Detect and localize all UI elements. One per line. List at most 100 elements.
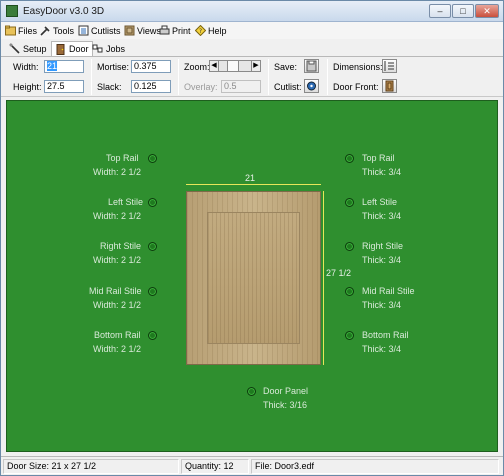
cutlist-button[interactable] (304, 79, 319, 93)
left-part-detail: Width: 2 1/2 (93, 167, 142, 177)
menu-views[interactable]: Views (124, 24, 161, 37)
floppy-icon (306, 60, 317, 72)
menu-views-label: Views (137, 25, 161, 36)
right-part-name: Left Stile (362, 197, 398, 207)
save-label: Save: (274, 62, 298, 72)
left-part-name: Left Stile (108, 197, 144, 207)
height-input[interactable]: 27.5 (44, 80, 84, 93)
tab-setup-label: Setup (23, 43, 47, 54)
menu-print-label: Print (172, 25, 191, 36)
help-icon: ? (195, 25, 206, 36)
left-part-name: Mid Rail Stile (89, 286, 142, 296)
left-part-detail: Width: 2 1/2 (93, 344, 142, 354)
menu-tools[interactable]: Tools (40, 24, 74, 37)
cutlists-icon (78, 25, 89, 36)
title-bar: EasyDoor v3.0 3D – □ ✕ (1, 1, 503, 22)
width-input[interactable]: 21 (44, 60, 84, 73)
part-toggle-dot[interactable] (148, 287, 157, 296)
quantity-status: Quantity: 12 (181, 459, 249, 474)
menu-bar: Files Tools Cutlists Views Print ? Help (1, 22, 503, 39)
part-toggle-dot[interactable] (345, 287, 354, 296)
right-part-detail: Thick: 3/4 (362, 167, 402, 177)
views-icon (124, 25, 135, 36)
width-dimension-line (186, 184, 321, 185)
menu-print[interactable]: Print (159, 24, 191, 37)
maximize-button[interactable]: □ (452, 4, 474, 18)
tab-bar: Setup Door Jobs (1, 39, 503, 57)
svg-text:?: ? (199, 28, 202, 35)
menu-cutlists[interactable]: Cutlists (78, 24, 121, 37)
door-front-button[interactable] (382, 79, 397, 93)
mortise-label: Mortise: (97, 62, 130, 72)
part-toggle-dot[interactable] (247, 387, 256, 396)
part-toggle-dot[interactable] (148, 154, 157, 163)
zoom-right-arrow[interactable]: ▶ (251, 60, 261, 72)
tab-jobs[interactable]: Jobs (89, 41, 128, 56)
window-title: EasyDoor v3.0 3D (23, 6, 105, 17)
status-bar: Door Size: 21 x 27 1/2 Quantity: 12 File… (1, 456, 503, 475)
door-front-icon (385, 80, 394, 92)
separator (91, 59, 92, 95)
door-center-panel (207, 212, 300, 344)
separator (178, 59, 179, 95)
mortise-input[interactable]: 0.375 (131, 60, 171, 73)
menu-help[interactable]: ? Help (195, 24, 227, 37)
overlay-input: 0.5 (221, 80, 261, 93)
panel-part-detail: Thick: 3/16 (263, 400, 308, 410)
menu-cutlists-label: Cutlists (91, 25, 121, 36)
tools-icon (40, 26, 50, 36)
panel-part-name: Door Panel (263, 386, 309, 396)
part-toggle-dot[interactable] (345, 242, 354, 251)
dimensions-icon (384, 61, 394, 71)
tab-setup[interactable]: Setup (6, 41, 50, 56)
left-part-name: Right Stile (100, 241, 142, 251)
jobs-icon (92, 44, 103, 53)
left-part-name: Bottom Rail (94, 330, 141, 340)
slack-input[interactable]: 0.125 (131, 80, 171, 93)
left-part-detail: Width: 2 1/2 (93, 255, 142, 265)
width-label: Width: (13, 62, 39, 72)
cutlist-label: Cutlist: (274, 82, 302, 92)
menu-files[interactable]: Files (5, 24, 37, 37)
right-part-detail: Thick: 3/4 (362, 300, 402, 310)
door-icon (56, 43, 65, 55)
tab-door[interactable]: Door (51, 41, 93, 56)
door-width-dimension: 21 (245, 173, 256, 183)
right-part-name: Right Stile (362, 241, 404, 251)
save-button[interactable] (304, 59, 319, 73)
setup-icon (9, 43, 20, 54)
zoom-slider-thumb[interactable] (227, 60, 239, 72)
height-dimension-line (323, 191, 324, 365)
right-part-name: Top Rail (362, 153, 395, 163)
app-logo-icon (6, 5, 18, 17)
tab-jobs-label: Jobs (106, 43, 126, 54)
app-window: EasyDoor v3.0 3D – □ ✕ Files Tools Cutli… (0, 0, 504, 476)
door-preview (186, 191, 321, 365)
door-design-canvas[interactable]: Top Rail Width: 2 1/2 Left Stile Width: … (6, 100, 498, 452)
close-button[interactable]: ✕ (475, 4, 499, 18)
door-settings-panel: Width: 21 Height: 27.5 Mortise: 0.375 Sl… (1, 57, 503, 97)
part-toggle-dot[interactable] (148, 242, 157, 251)
zoom-label: Zoom: (184, 62, 210, 72)
zoom-left-arrow[interactable]: ◀ (209, 60, 219, 72)
right-part-name: Bottom Rail (362, 330, 409, 340)
minimize-button[interactable]: – (429, 4, 451, 18)
left-part-name: Top Rail (106, 153, 139, 163)
part-toggle-dot[interactable] (148, 198, 157, 207)
left-part-detail: Width: 2 1/2 (93, 211, 142, 221)
part-toggle-dot[interactable] (148, 331, 157, 340)
files-icon (5, 25, 16, 36)
part-toggle-dot[interactable] (345, 331, 354, 340)
right-part-detail: Thick: 3/4 (362, 255, 402, 265)
file-status: File: Door3.edf (251, 459, 499, 474)
width-value: 21 (47, 61, 58, 71)
height-label: Height: (13, 82, 42, 92)
tab-door-label: Door (69, 44, 89, 54)
dimensions-button[interactable] (382, 59, 397, 73)
part-toggle-dot[interactable] (345, 154, 354, 163)
part-toggle-dot[interactable] (345, 198, 354, 207)
menu-tools-label: Tools (53, 25, 75, 36)
menu-files-label: Files (18, 25, 38, 36)
door-front-label: Door Front: (333, 82, 379, 92)
door-height-dimension: 27 1/2 (326, 268, 352, 278)
